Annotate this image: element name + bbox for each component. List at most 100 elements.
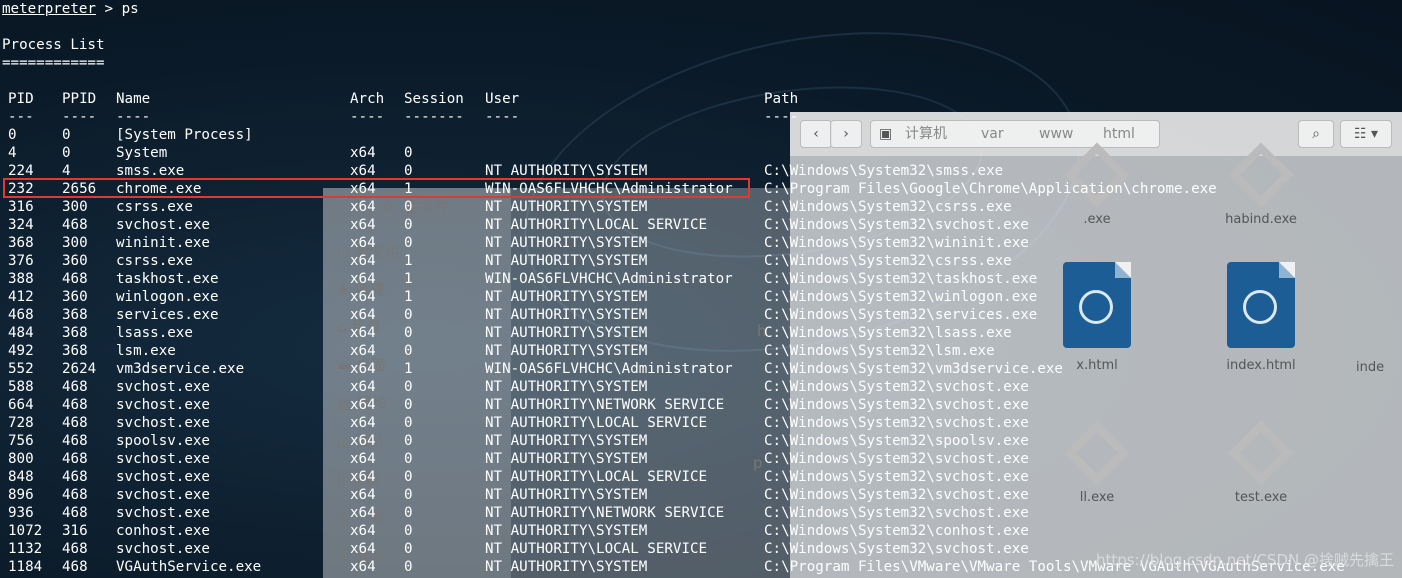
cell-arch: x64: [350, 397, 376, 413]
cell-ppid: 2624: [62, 361, 97, 377]
cell-pid: 588: [8, 379, 34, 395]
cell-pid: 552: [8, 361, 34, 377]
cell-pid: 1184: [8, 559, 43, 575]
cell-path: ----: [764, 109, 799, 125]
cell-arch: x64: [350, 307, 376, 323]
cell-arch: x64: [350, 469, 376, 485]
cell-name: services.exe: [116, 307, 219, 323]
cell-pid: 376: [8, 253, 34, 269]
cell-user: NT AUTHORITY\LOCAL SERVICE: [485, 415, 708, 431]
cell-path: C:\Windows\System32\wininit.exe: [764, 235, 1029, 251]
cell-ppid: 0: [62, 127, 71, 143]
cell-session: 0: [404, 433, 413, 449]
cell-session: 0: [404, 379, 413, 395]
cell-user: NT AUTHORITY\SYSTEM: [485, 487, 648, 503]
cell-session: 1: [404, 289, 413, 305]
cell-ppid: PPID: [62, 91, 97, 107]
cell-session: 0: [404, 505, 413, 521]
cell-pid: 800: [8, 451, 34, 467]
cell-session: 0: [404, 199, 413, 215]
cell-session: 0: [404, 451, 413, 467]
cell-name: svchost.exe: [116, 505, 210, 521]
cell-user: NT AUTHORITY\NETWORK SERVICE: [485, 505, 725, 521]
cell-user: NT AUTHORITY\SYSTEM: [485, 307, 648, 323]
cell-path: C:\Windows\System32\svchost.exe: [764, 451, 1029, 467]
cell-name: [System Process]: [116, 127, 253, 143]
cell-pid: 484: [8, 325, 34, 341]
cell-ppid: ----: [62, 109, 97, 125]
cell-pid: 1132: [8, 541, 43, 557]
terminal-output[interactable]: meterpreter > ps Process List ==========…: [0, 0, 1402, 578]
cell-pid: 316: [8, 199, 34, 215]
cell-session: 0: [404, 397, 413, 413]
cell-ppid: 300: [62, 235, 88, 251]
cell-name: svchost.exe: [116, 487, 210, 503]
cell-session: 0: [404, 217, 413, 233]
cell-user: NT AUTHORITY\SYSTEM: [485, 559, 648, 575]
cell-arch: x64: [350, 559, 376, 575]
cell-ppid: 368: [62, 325, 88, 341]
cell-pid: 896: [8, 487, 34, 503]
cell-user: NT AUTHORITY\SYSTEM: [485, 289, 648, 305]
cell-arch: Arch: [350, 91, 385, 107]
cell-session: 0: [404, 523, 413, 539]
cell-session: 0: [404, 487, 413, 503]
cell-path: C:\Windows\System32\svchost.exe: [764, 469, 1029, 485]
cell-arch: x64: [350, 325, 376, 341]
cell-name: svchost.exe: [116, 415, 210, 431]
cell-path: Path: [764, 91, 799, 107]
cell-arch: x64: [350, 361, 376, 377]
cell-ppid: 468: [62, 469, 88, 485]
cell-user: WIN-OAS6FLVHCHC\Administrator: [485, 361, 733, 377]
cell-arch: x64: [350, 235, 376, 251]
cell-name: taskhost.exe: [116, 271, 219, 287]
highlight-box: [3, 178, 750, 198]
cell-name: svchost.exe: [116, 217, 210, 233]
cell-user: NT AUTHORITY\SYSTEM: [485, 451, 648, 467]
cell-pid: 1072: [8, 523, 43, 539]
cell-path: C:\Windows\System32\svchost.exe: [764, 487, 1029, 503]
cell-path: C:\Windows\System32\csrss.exe: [764, 253, 1012, 269]
cell-name: svchost.exe: [116, 379, 210, 395]
cell-arch: x64: [350, 199, 376, 215]
cell-arch: x64: [350, 289, 376, 305]
cell-pid: 388: [8, 271, 34, 287]
cell-ppid: 468: [62, 451, 88, 467]
cell-user: NT AUTHORITY\SYSTEM: [485, 433, 648, 449]
cell-arch: x64: [350, 253, 376, 269]
cell-session: 0: [404, 145, 413, 161]
cell-path: C:\Windows\System32\services.exe: [764, 307, 1038, 323]
cell-name: vm3dservice.exe: [116, 361, 245, 377]
cell-session: 1: [404, 253, 413, 269]
watermark: https://blog.csdn.net/CSDN @捨贼先擒王: [1096, 551, 1394, 569]
cell-ppid: 468: [62, 217, 88, 233]
cell-name: lsass.exe: [116, 325, 193, 341]
cell-path: C:\Windows\System32\spoolsv.exe: [764, 433, 1029, 449]
cell-pid: 412: [8, 289, 34, 305]
cell-pid: ---: [8, 109, 34, 125]
cell-arch: x64: [350, 343, 376, 359]
cell-path: C:\Windows\System32\taskhost.exe: [764, 271, 1038, 287]
cell-path: C:\Windows\System32\vm3dservice.exe: [764, 361, 1063, 377]
cell-user: NT AUTHORITY\LOCAL SERVICE: [485, 217, 708, 233]
cell-session: 1: [404, 361, 413, 377]
cell-session: 0: [404, 325, 413, 341]
cell-arch: x64: [350, 451, 376, 467]
cell-arch: x64: [350, 379, 376, 395]
cell-user: NT AUTHORITY\SYSTEM: [485, 325, 648, 341]
cell-session: 0: [404, 469, 413, 485]
cell-arch: x64: [350, 523, 376, 539]
cell-session: 0: [404, 559, 413, 575]
cell-ppid: 0: [62, 145, 71, 161]
cell-name: spoolsv.exe: [116, 433, 210, 449]
cell-user: NT AUTHORITY\SYSTEM: [485, 235, 648, 251]
cell-session: 0: [404, 415, 413, 431]
cell-pid: 0: [8, 127, 17, 143]
cell-ppid: 468: [62, 415, 88, 431]
cell-name: csrss.exe: [116, 199, 193, 215]
cell-pid: PID: [8, 91, 34, 107]
cell-name: System: [116, 145, 168, 161]
cell-session: Session: [404, 91, 464, 107]
cell-path: C:\Windows\System32\svchost.exe: [764, 505, 1029, 521]
cell-session: -------: [404, 109, 464, 125]
